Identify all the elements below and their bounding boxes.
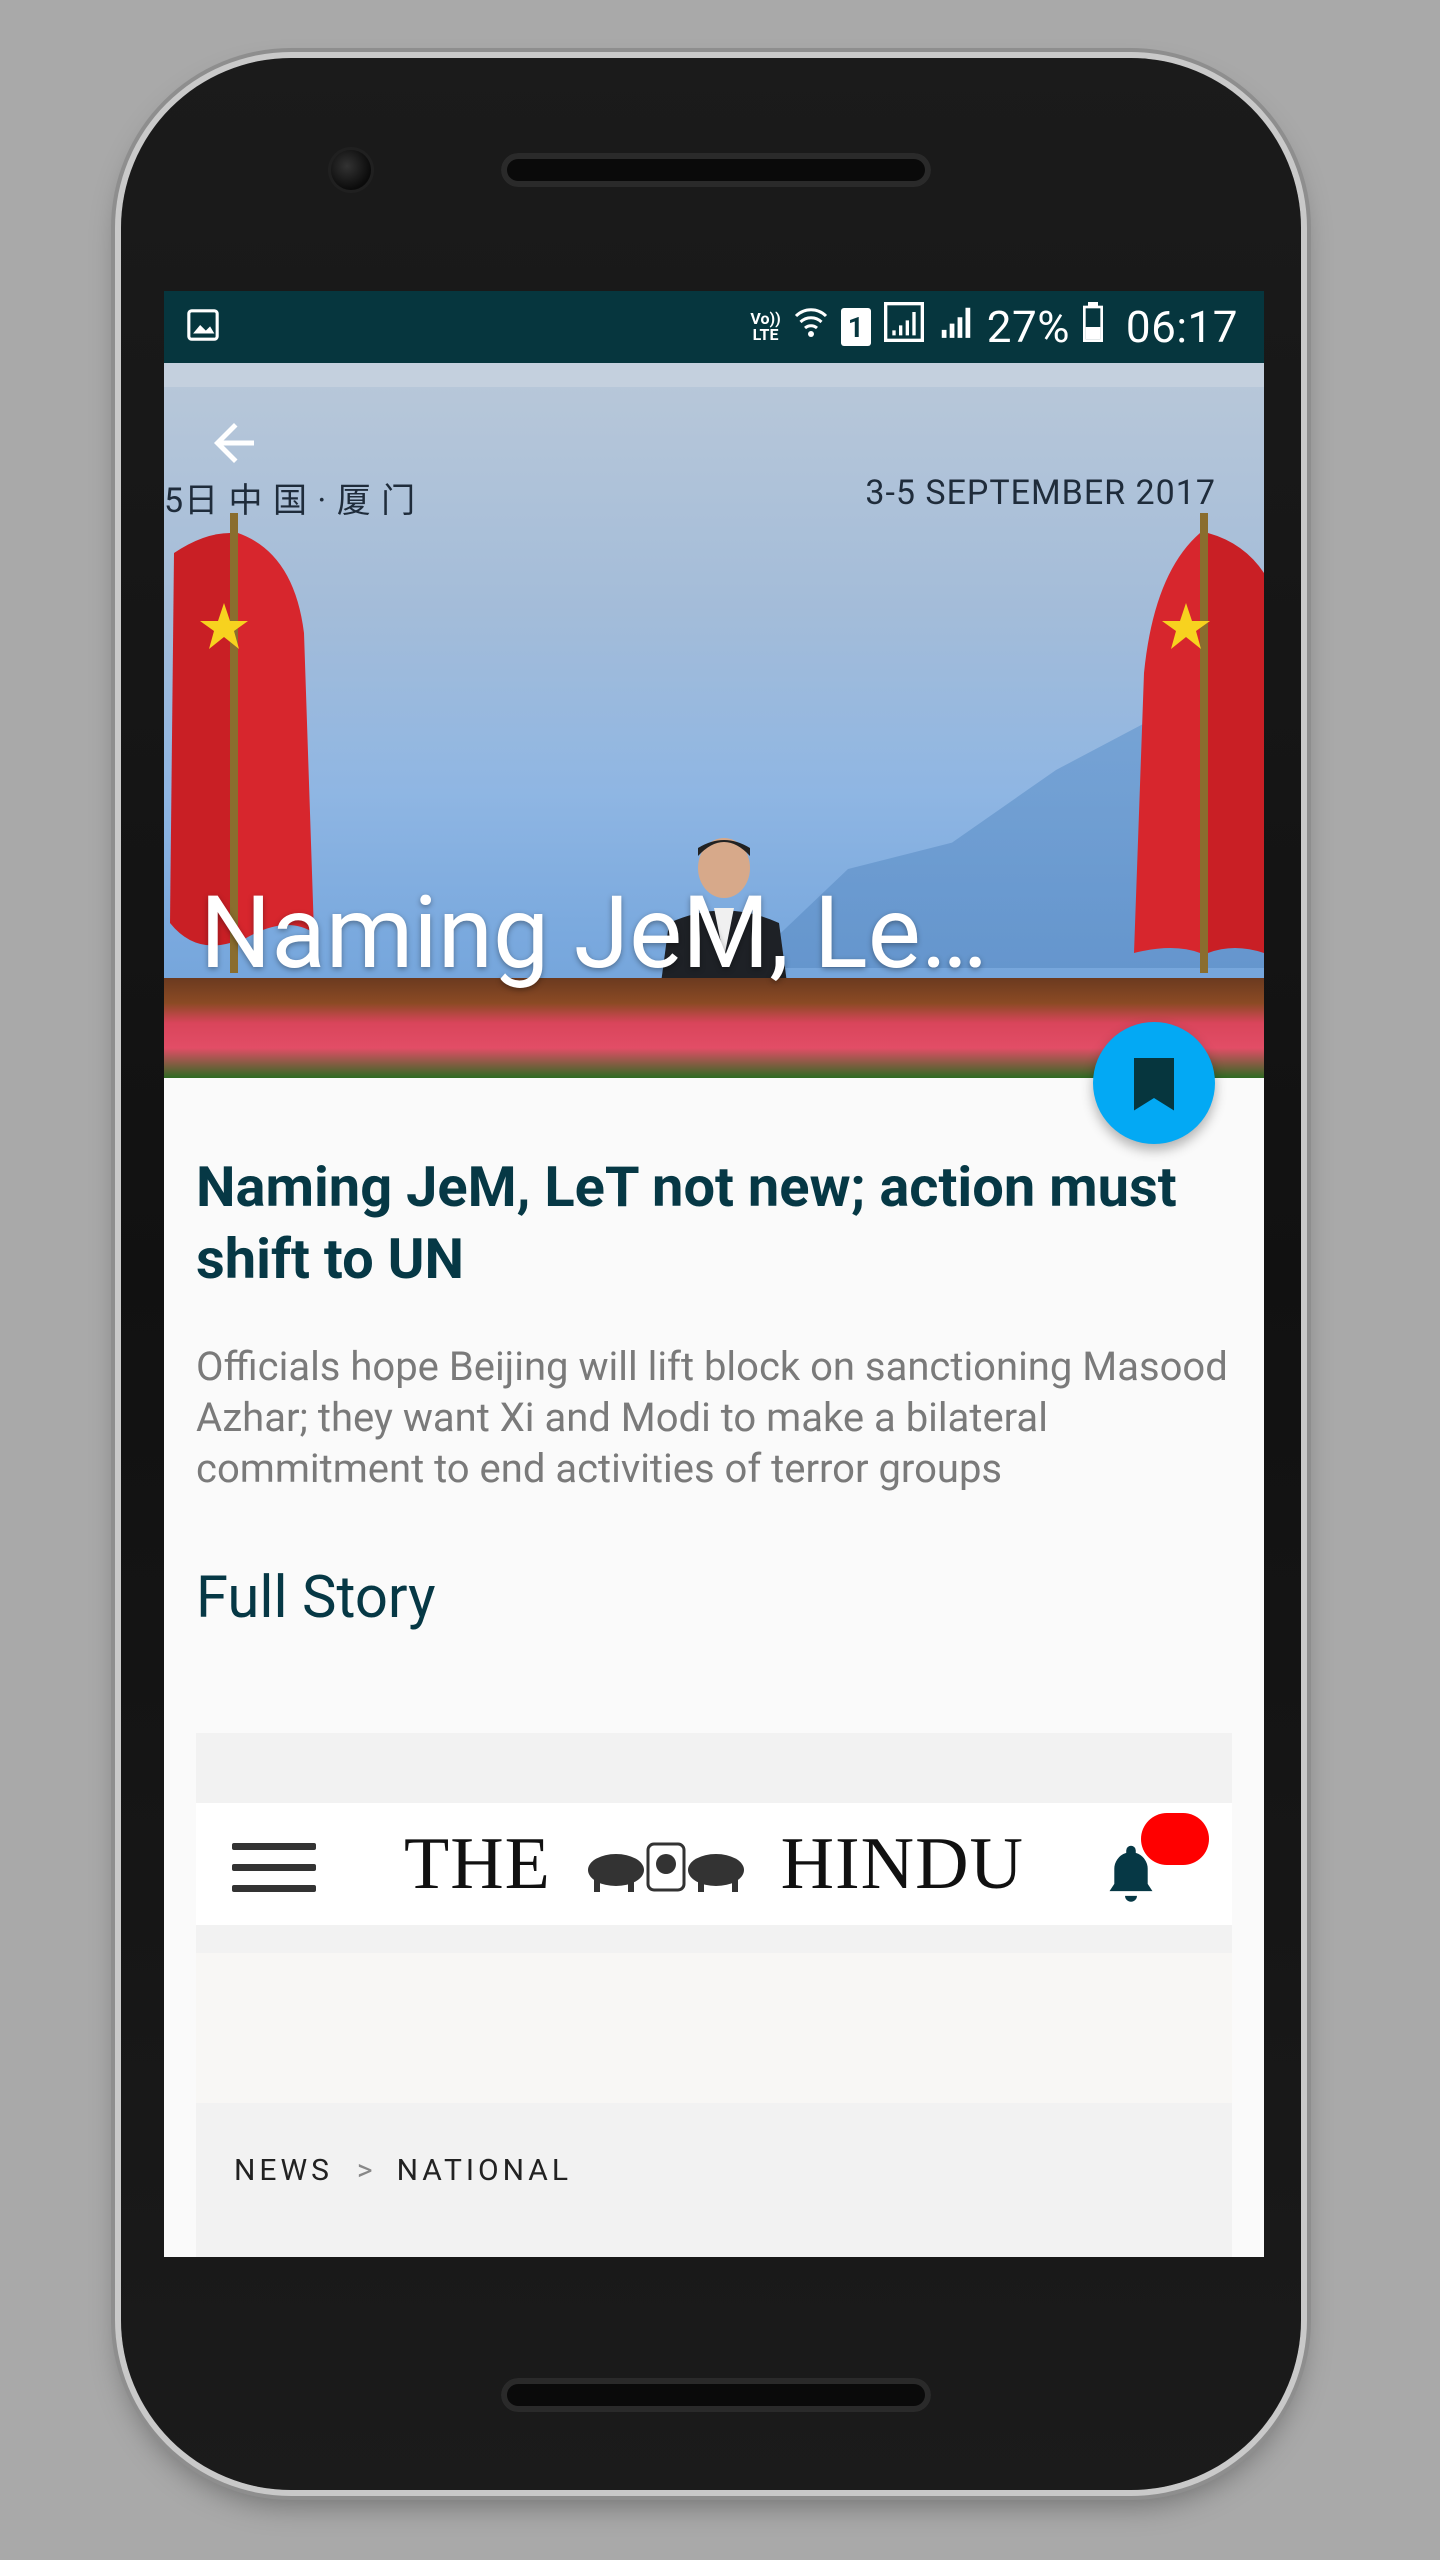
status-bar: Vo)) LTE 1 27% 06:17 [164,291,1264,363]
hamburger-menu-icon[interactable] [232,1843,316,1893]
event-date-text: 3-5 SEPTEMBER 2017 [865,473,1216,513]
article-content: Naming JeM, LeT not new; action must shi… [196,1151,1232,1632]
arrow-left-icon [214,423,254,463]
summit-banner [164,363,1264,387]
bookmark-icon [1134,1058,1174,1111]
hero-title-overlay: Naming JeM, Le… [200,875,988,992]
battery-icon [1082,301,1104,353]
logo-crest-icon [587,1842,744,1892]
breadcrumb-separator: > [356,2152,373,2188]
article-headline: Naming JeM, LeT not new; action must shi… [196,1154,1177,1292]
breadcrumb: NEWS > NATIONAL [196,2109,1232,2231]
gallery-notification-icon [186,308,220,346]
the-hindu-logo[interactable]: THE HINDU [404,1821,1024,1907]
wifi-icon [793,302,829,353]
full-story-link[interactable]: Full Story [196,1564,1232,1632]
logo-word-hindu: HINDU [780,1822,1024,1905]
back-button[interactable] [204,413,264,473]
sim-badge-icon: 1 [840,308,871,346]
front-camera [331,150,371,190]
breadcrumb-news[interactable]: NEWS [234,2153,333,2188]
volte-indicator: Vo)) LTE [750,309,781,344]
clock: 06:17 [1125,301,1238,353]
battery-percent: 27% [986,301,1070,353]
bottom-speaker [501,2378,931,2412]
earpiece-speaker [501,153,931,187]
notification-badge [1141,1813,1209,1865]
logo-word-the: THE [404,1822,551,1905]
article-summary: Officials hope Beijing will lift block o… [196,1343,1228,1492]
signal-sim1-icon [883,301,925,353]
article-webview[interactable]: THE HINDU NEWS > NATIONAL [196,1733,1232,2257]
breadcrumb-national[interactable]: NATIONAL [397,2153,572,2188]
app-screen: Vo)) LTE 1 27% 06:17 5日 中 国 · 厦 门 3-5 SE… [164,291,1264,2257]
ad-placeholder [196,1953,1232,2103]
article-hero-image: 5日 中 国 · 厦 门 3-5 SEPTEMBER 2017 Naming J… [164,363,1264,1078]
signal-sim2-icon [937,302,975,353]
bookmark-button[interactable] [1093,1022,1215,1144]
website-header: THE HINDU [196,1803,1232,1925]
